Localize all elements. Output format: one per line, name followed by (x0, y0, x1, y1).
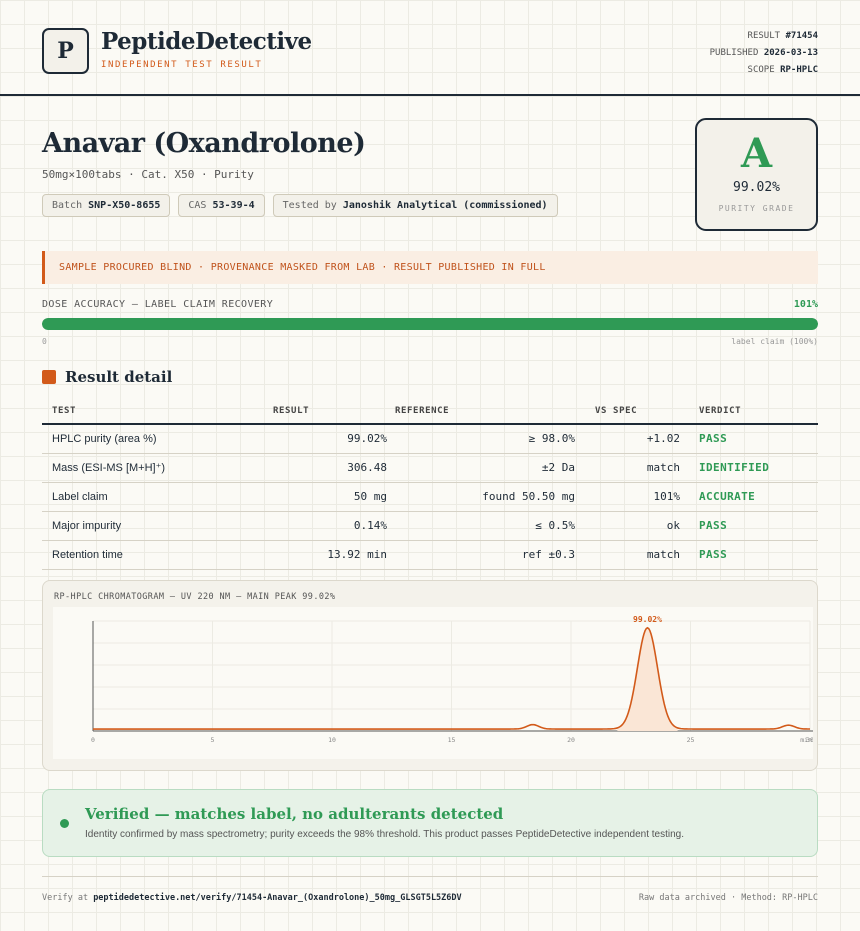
cell-verdict: PASS (680, 424, 818, 454)
section-marker (42, 370, 56, 384)
dose-accuracy-bar (42, 318, 818, 330)
cell-test: Mass (ESI-MS [M+H]⁺) (42, 453, 263, 483)
grade-value: 99.02% (733, 180, 780, 195)
cell-result: 13.92 min (263, 540, 387, 570)
published-line: PUBLISHED 2026-03-13 (710, 45, 818, 62)
footer-divider (42, 876, 818, 877)
x-tick-label: 10 (328, 736, 336, 744)
result-id-line: RESULT #71454 (710, 28, 818, 45)
cell-result: 99.02% (263, 424, 387, 454)
x-tick-label: 25 (687, 736, 695, 744)
col-header-result: RESULT (263, 398, 387, 425)
col-header-vs-spec: VS SPEC (575, 398, 680, 425)
grade-label: PURITY GRADE (718, 204, 795, 213)
scope-value: RP-HPLC (780, 65, 818, 75)
scope-label: SCOPE (747, 65, 775, 75)
cell-verdict: ACCURATE (680, 482, 818, 512)
x-tick-label: 20 (567, 736, 575, 744)
cell-reference: ±2 Da (387, 453, 575, 483)
cell-test: Label claim (42, 482, 263, 512)
result-id-label: RESULT (747, 31, 781, 41)
cell-result: 50 mg (263, 482, 387, 512)
cell-result: 306.48 (263, 453, 387, 483)
scope-line: SCOPE RP-HPLC (710, 62, 818, 79)
cas-label: CAS (188, 200, 207, 211)
x-tick-label: 5 (211, 736, 215, 744)
tested-by-pill: Tested by Janoshik Analytical (commissio… (272, 194, 558, 217)
cell-reference: found 50.50 mg (387, 482, 575, 512)
report-header: P PeptideDetective INDEPENDENT TEST RESU… (0, 0, 860, 96)
cell-test: Major impurity (42, 511, 263, 541)
main-peak-label: 99.02% (633, 615, 662, 624)
x-axis-unit-label: min (800, 736, 812, 744)
table-row: HPLC purity (area %) 99.02% ≥ 98.0% +1.0… (42, 424, 818, 454)
chart-plot-background (53, 607, 813, 759)
purity-grade-card: A 99.02% PURITY GRADE (695, 118, 818, 231)
cell-vs-spec: match (575, 453, 680, 483)
table-row: Label claim 50 mg found 50.50 mg 101% AC… (42, 482, 818, 512)
cas-pill: CAS 53-39-4 (178, 194, 265, 217)
cell-reference: ≤ 0.5% (387, 511, 575, 541)
published-label: PUBLISHED (709, 48, 759, 58)
footer-verify: Verify at peptidedetective.net/verify/71… (42, 893, 462, 903)
cell-test: Retention time (42, 540, 263, 570)
col-header-verdict: VERDICT (680, 398, 818, 425)
footer-archive-note: Raw data archived · Method: RP-HPLC (638, 893, 818, 903)
published-value: 2026-03-13 (763, 48, 818, 58)
dose-accuracy-fill (42, 318, 818, 330)
chromatogram-panel: RP-HPLC CHROMATOGRAM — UV 220 NM — MAIN … (42, 580, 818, 771)
result-id-value: #71454 (785, 31, 818, 41)
cell-vs-spec: match (575, 540, 680, 570)
tested-by-value: Janoshik Analytical (commissioned) (342, 200, 548, 211)
chromatogram-chart: 0 5 10 15 20 25 30min 99.02% (53, 607, 813, 759)
verify-link[interactable]: peptidedetective.net/verify/71454-Anavar… (93, 893, 461, 903)
cell-reference: ≥ 98.0% (387, 424, 575, 454)
cell-test: HPLC purity (area %) (42, 424, 263, 454)
cell-vs-spec: +1.02 (575, 424, 680, 454)
batch-label: Batch (52, 200, 83, 211)
result-meta: RESULT #71454 PUBLISHED 2026-03-13 SCOPE… (710, 28, 818, 79)
table-header-row: TEST RESULT REFERENCE VS SPEC VERDICT (42, 398, 818, 425)
cell-verdict: IDENTIFIED (680, 453, 818, 483)
brand-tagline: INDEPENDENT TEST RESULT (101, 60, 263, 70)
cell-vs-spec: ok (575, 511, 680, 541)
x-tick-label: 0 (91, 736, 95, 744)
cell-reference: ref ±0.3 (387, 540, 575, 570)
grade-letter: A (740, 130, 773, 177)
x-tick-label: 15 (448, 736, 456, 744)
cell-result: 0.14% (263, 511, 387, 541)
cell-verdict: PASS (680, 511, 818, 541)
col-header-test: TEST (42, 398, 263, 425)
brand-logo[interactable]: P (42, 28, 89, 74)
blind-sample-banner: SAMPLE PROCURED BLIND · PROVENANCE MASKE… (42, 251, 818, 284)
verification-panel: Verified — matches label, no adulterants… (42, 789, 818, 857)
cell-verdict: PASS (680, 540, 818, 570)
tested-by-label: Tested by (282, 200, 337, 211)
product-title: Anavar (Oxandrolone) (42, 128, 366, 159)
verified-title: Verified — matches label, no adulterants… (85, 805, 504, 823)
verified-body: Identity confirmed by mass spectrometry;… (85, 829, 685, 840)
dose-accuracy-value: 101% (793, 299, 818, 310)
cell-vs-spec: 101% (575, 482, 680, 512)
batch-value: SNP-X50-8655 (88, 200, 161, 211)
chromatogram-title: RP-HPLC CHROMATOGRAM — UV 220 NM — MAIN … (54, 592, 336, 602)
batch-pill: Batch SNP-X50-8655 (42, 194, 171, 217)
table-row: Mass (ESI-MS [M+H]⁺) 306.48 ±2 Da match … (42, 453, 818, 483)
dose-bar-max: label claim (100%) (731, 337, 818, 346)
brand-name[interactable]: PeptideDetective (101, 28, 312, 55)
table-row: Major impurity 0.14% ≤ 0.5% ok PASS (42, 511, 818, 541)
section-title: Result detail (65, 368, 173, 386)
verify-prefix: Verify at (42, 893, 89, 903)
results-table: TEST RESULT REFERENCE VS SPEC VERDICT HP… (42, 398, 818, 570)
table-row: Retention time 13.92 min ref ±0.3 match … (42, 540, 818, 570)
dose-bar-min: 0 (42, 337, 47, 346)
product-pills: Batch SNP-X50-8655 CAS 53-39-4 Tested by… (42, 194, 558, 217)
verified-status-dot (60, 819, 69, 828)
col-header-reference: REFERENCE (387, 398, 575, 425)
dose-accuracy-label: DOSE ACCURACY — LABEL CLAIM RECOVERY (42, 299, 274, 310)
product-subtitle: 50mg×100tabs · Cat. X50 · Purity (42, 168, 254, 181)
cas-value: 53-39-4 (212, 200, 255, 211)
